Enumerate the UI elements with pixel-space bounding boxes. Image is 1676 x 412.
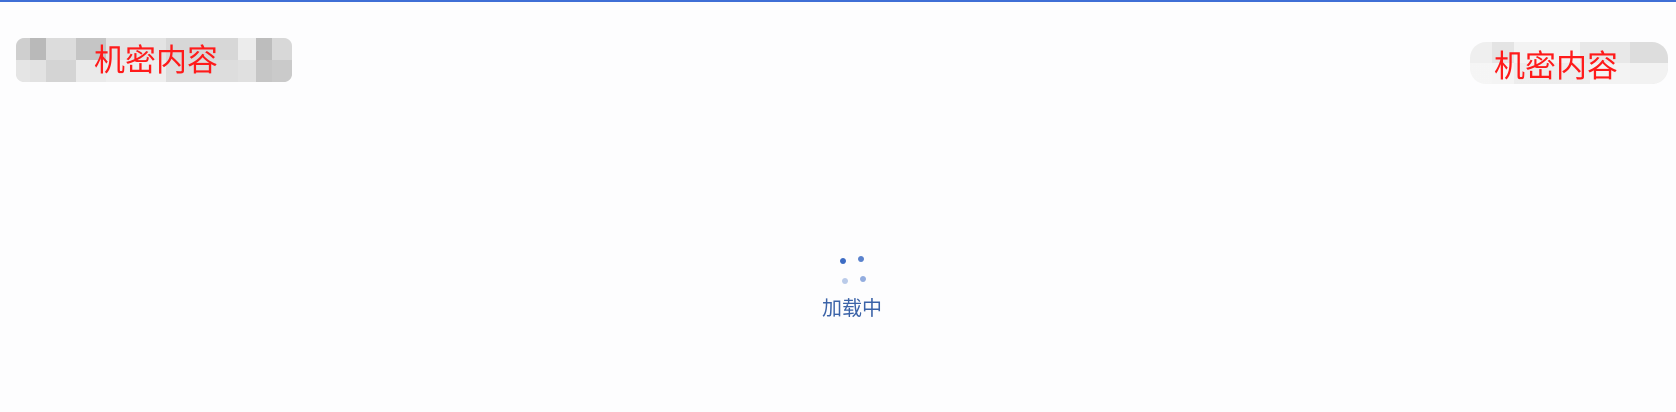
- spinner-dot: [858, 256, 864, 262]
- redaction-label-left: 机密内容: [94, 43, 218, 79]
- page-header: 机密内容 机密内容: [0, 2, 1676, 112]
- loading-indicator: 加载中: [800, 252, 904, 320]
- loading-text: 加载中: [822, 296, 882, 320]
- spinner-dot: [840, 258, 846, 264]
- spinner-dot: [842, 278, 848, 284]
- spinner-dot: [860, 276, 866, 282]
- redaction-label-right: 机密内容: [1494, 49, 1618, 85]
- loading-spinner-icon: [832, 252, 872, 292]
